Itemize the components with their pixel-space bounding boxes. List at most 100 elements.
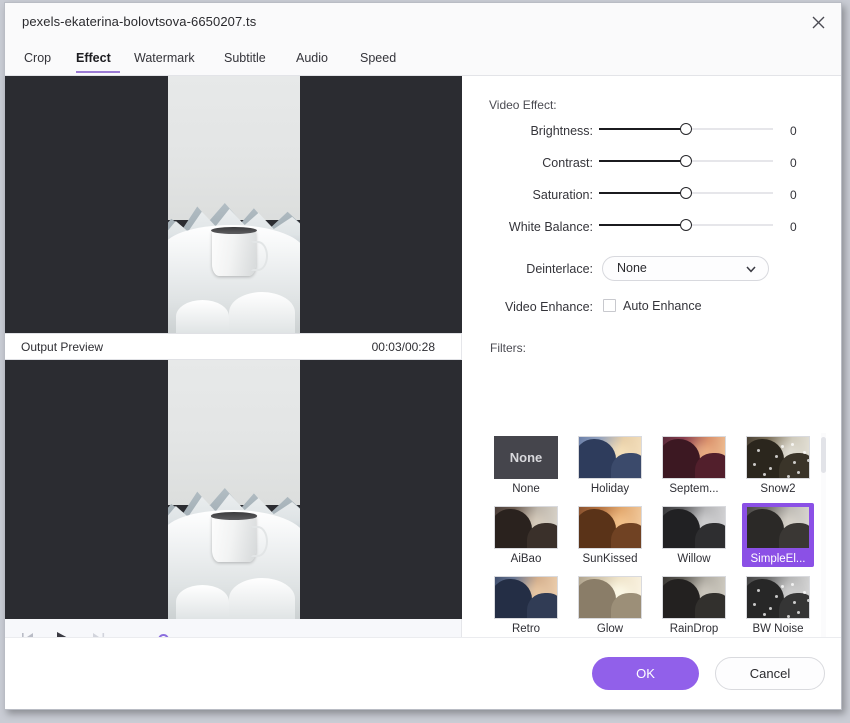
output-preview-label: Output Preview xyxy=(21,340,104,354)
video-enhance-label: Video Enhance: xyxy=(504,300,593,314)
tab-watermark[interactable]: Watermark xyxy=(134,41,210,76)
ok-button[interactable]: OK xyxy=(592,657,699,690)
filters-grid-viewport: None None Holiday Septem... Snow2 AiBao SunKis… xyxy=(490,433,823,645)
preview-panel: Output Preview 00:03/00:28 xyxy=(5,76,462,659)
slider-fill xyxy=(599,224,686,226)
filter-thumbnail: None xyxy=(494,436,558,479)
tab-label: Subtitle xyxy=(224,50,266,65)
auto-enhance-checkbox[interactable] xyxy=(603,299,616,312)
filter-label: Willow xyxy=(677,553,711,565)
effect-dialog-window: pexels-ekaterina-bolovtsova-6650207.ts C… xyxy=(4,2,842,710)
deinterlace-select[interactable]: None xyxy=(602,256,769,281)
cancel-button[interactable]: Cancel xyxy=(715,657,825,690)
slider-handle[interactable] xyxy=(680,187,692,199)
filter-label: SimpleEl... xyxy=(750,553,806,565)
source-preview-stage xyxy=(5,76,462,333)
filter-label: AiBao xyxy=(510,553,542,565)
tab-label: Speed xyxy=(360,50,397,65)
filters-scrollbar[interactable] xyxy=(821,433,826,645)
filter-label: BW Noise xyxy=(752,623,804,635)
filter-item[interactable]: AiBao xyxy=(490,503,562,567)
filter-item[interactable]: Willow xyxy=(658,503,730,567)
filter-item[interactable]: BW Noise xyxy=(742,573,814,637)
auto-enhance-label: Auto Enhance xyxy=(623,299,702,313)
slider-handle[interactable] xyxy=(680,155,692,167)
slider-label-saturation: Saturation: xyxy=(532,188,593,202)
slider-value-brightness: 0 xyxy=(790,124,797,138)
tab-effect[interactable]: Effect xyxy=(76,41,120,76)
slider-value-saturation: 0 xyxy=(790,188,797,202)
filter-thumbnail xyxy=(662,576,726,619)
filter-item[interactable]: RainDrop xyxy=(658,573,730,637)
filters-section-label: Filters: xyxy=(490,341,526,355)
slider-handle[interactable] xyxy=(680,123,692,135)
tab-label: Audio xyxy=(296,50,328,65)
filter-item[interactable]: Glow xyxy=(574,573,646,637)
filter-label: Glow xyxy=(596,623,624,635)
playback-time: 00:03/00:28 xyxy=(371,340,435,354)
slider-handle[interactable] xyxy=(680,219,692,231)
filters-scrollbar-thumb[interactable] xyxy=(821,437,826,473)
slider-value-whitebalance: 0 xyxy=(790,220,797,234)
filter-label: RainDrop xyxy=(669,623,719,635)
filter-label: Retro xyxy=(511,623,541,635)
tab-speed[interactable]: Speed xyxy=(360,41,400,76)
filter-item[interactable]: Septem... xyxy=(658,433,730,497)
dialog-body: Output Preview 00:03/00:28 Video Effect:… xyxy=(5,76,841,687)
slider-value-contrast: 0 xyxy=(790,156,797,170)
slider-brightness[interactable] xyxy=(599,122,773,136)
mug-object-output xyxy=(210,512,258,563)
filter-item[interactable]: Retro xyxy=(490,573,562,637)
dialog-footer: OK Cancel xyxy=(5,637,841,709)
filter-item[interactable]: SunKissed xyxy=(574,503,646,567)
output-preview-stage xyxy=(5,360,462,619)
deinterlace-value: None xyxy=(617,261,647,275)
filter-label: Snow2 xyxy=(760,483,796,495)
mug-object xyxy=(210,226,258,277)
filter-item[interactable]: Snow2 xyxy=(742,433,814,497)
slider-fill xyxy=(599,192,686,194)
winter-mug-scene xyxy=(168,76,300,333)
filter-thumbnail xyxy=(578,576,642,619)
tab-audio[interactable]: Audio xyxy=(296,41,336,76)
slider-label-contrast: Contrast: xyxy=(542,156,593,170)
output-preview-strip: Output Preview 00:03/00:28 xyxy=(5,333,461,360)
filter-label: Holiday xyxy=(590,483,630,495)
filter-item[interactable]: SimpleEl... xyxy=(742,503,814,567)
tab-bar: Crop Effect Watermark Subtitle Audio Speed xyxy=(5,41,841,76)
filter-thumbnail xyxy=(494,576,558,619)
slider-saturation[interactable] xyxy=(599,186,773,200)
deinterlace-label: Deinterlace: xyxy=(526,262,593,276)
filter-thumbnail-text: None xyxy=(509,450,543,465)
slider-contrast[interactable] xyxy=(599,154,773,168)
video-effect-section-label: Video Effect: xyxy=(489,98,557,112)
slider-whitebalance[interactable] xyxy=(599,218,773,232)
tab-label: Crop xyxy=(24,50,52,65)
output-video-frame xyxy=(168,360,300,619)
slider-fill xyxy=(599,160,686,162)
slider-fill xyxy=(599,128,686,130)
close-button[interactable] xyxy=(795,3,841,41)
chevron-down-icon xyxy=(746,266,756,273)
tab-subtitle[interactable]: Subtitle xyxy=(224,41,280,76)
filter-label: None xyxy=(512,483,540,495)
filter-item[interactable]: Holiday xyxy=(574,433,646,497)
title-bar: pexels-ekaterina-bolovtsova-6650207.ts xyxy=(5,3,841,41)
window-title: pexels-ekaterina-bolovtsova-6650207.ts xyxy=(22,14,257,29)
filter-thumbnail xyxy=(494,506,558,549)
filter-thumbnail xyxy=(662,506,726,549)
winter-mug-scene-output xyxy=(168,360,300,619)
source-video-frame xyxy=(168,76,300,333)
slider-label-whitebalance: White Balance: xyxy=(508,220,593,234)
filter-thumbnail xyxy=(578,506,642,549)
filter-label: SunKissed xyxy=(582,553,638,565)
tab-crop[interactable]: Crop xyxy=(24,41,62,76)
filter-thumbnail xyxy=(578,436,642,479)
filter-thumbnail xyxy=(746,436,810,479)
tab-label: Effect xyxy=(76,50,111,65)
filter-label: Septem... xyxy=(669,483,719,495)
filter-thumbnail xyxy=(746,576,810,619)
tab-label: Watermark xyxy=(134,50,195,65)
filter-thumbnail xyxy=(746,506,810,549)
filter-item[interactable]: None None xyxy=(490,433,562,497)
